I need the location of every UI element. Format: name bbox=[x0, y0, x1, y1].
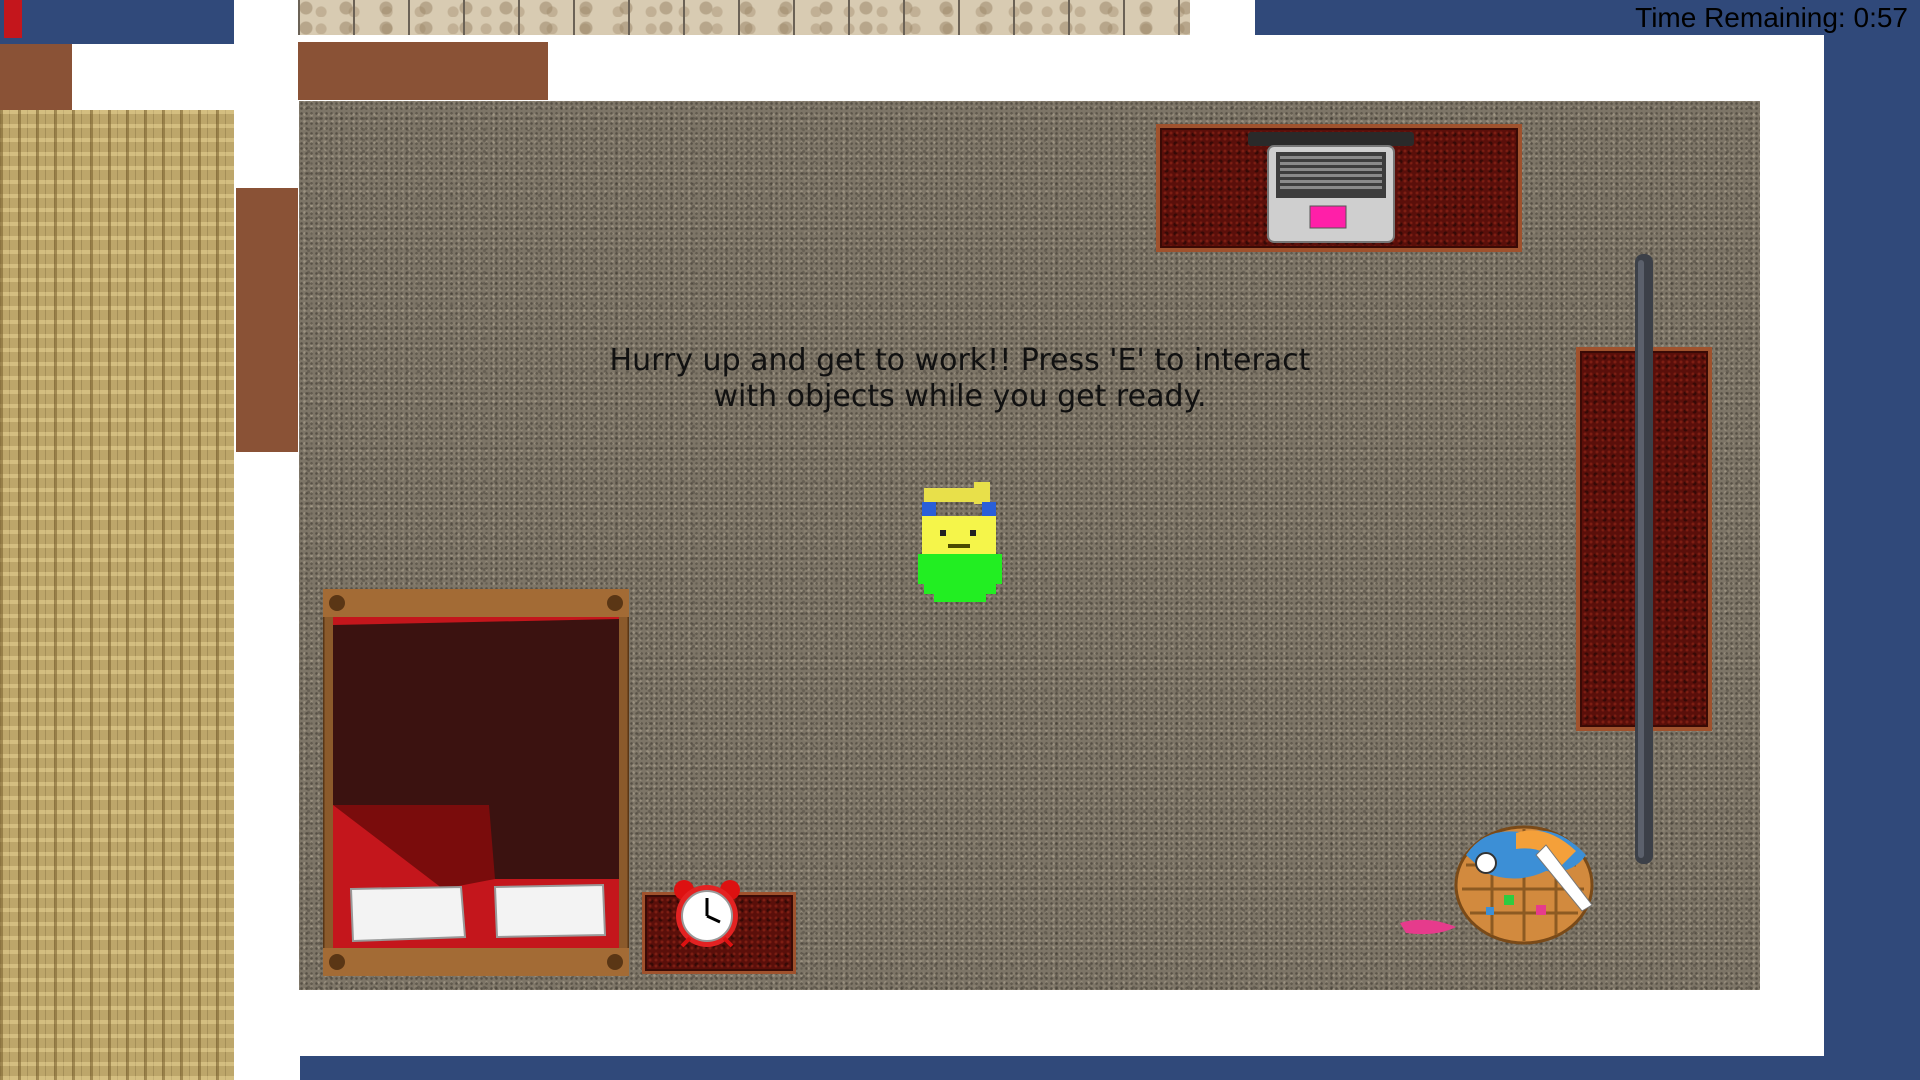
instruction-message: Hurry up and get to work!! Press 'E' to … bbox=[609, 343, 1311, 414]
health-marker bbox=[4, 0, 22, 38]
top-left-wall bbox=[0, 0, 234, 44]
bed-icon[interactable] bbox=[321, 587, 631, 978]
hallway-floor bbox=[0, 110, 234, 1080]
tv-icon[interactable] bbox=[1633, 250, 1657, 868]
laundry-basket-icon[interactable] bbox=[1396, 815, 1596, 945]
left-door bbox=[0, 44, 72, 110]
bottom-wall bbox=[300, 1056, 1824, 1080]
right-wall bbox=[1824, 35, 1920, 1080]
laptop-icon[interactable] bbox=[1248, 132, 1414, 244]
alarm-clock-icon[interactable] bbox=[668, 876, 746, 954]
time-remaining-label: Time Remaining: 0:57 bbox=[1635, 2, 1908, 33]
top-door bbox=[298, 42, 548, 100]
side-door bbox=[236, 188, 298, 452]
top-tile-strip bbox=[298, 0, 1190, 35]
player-character-icon[interactable] bbox=[912, 470, 1008, 606]
